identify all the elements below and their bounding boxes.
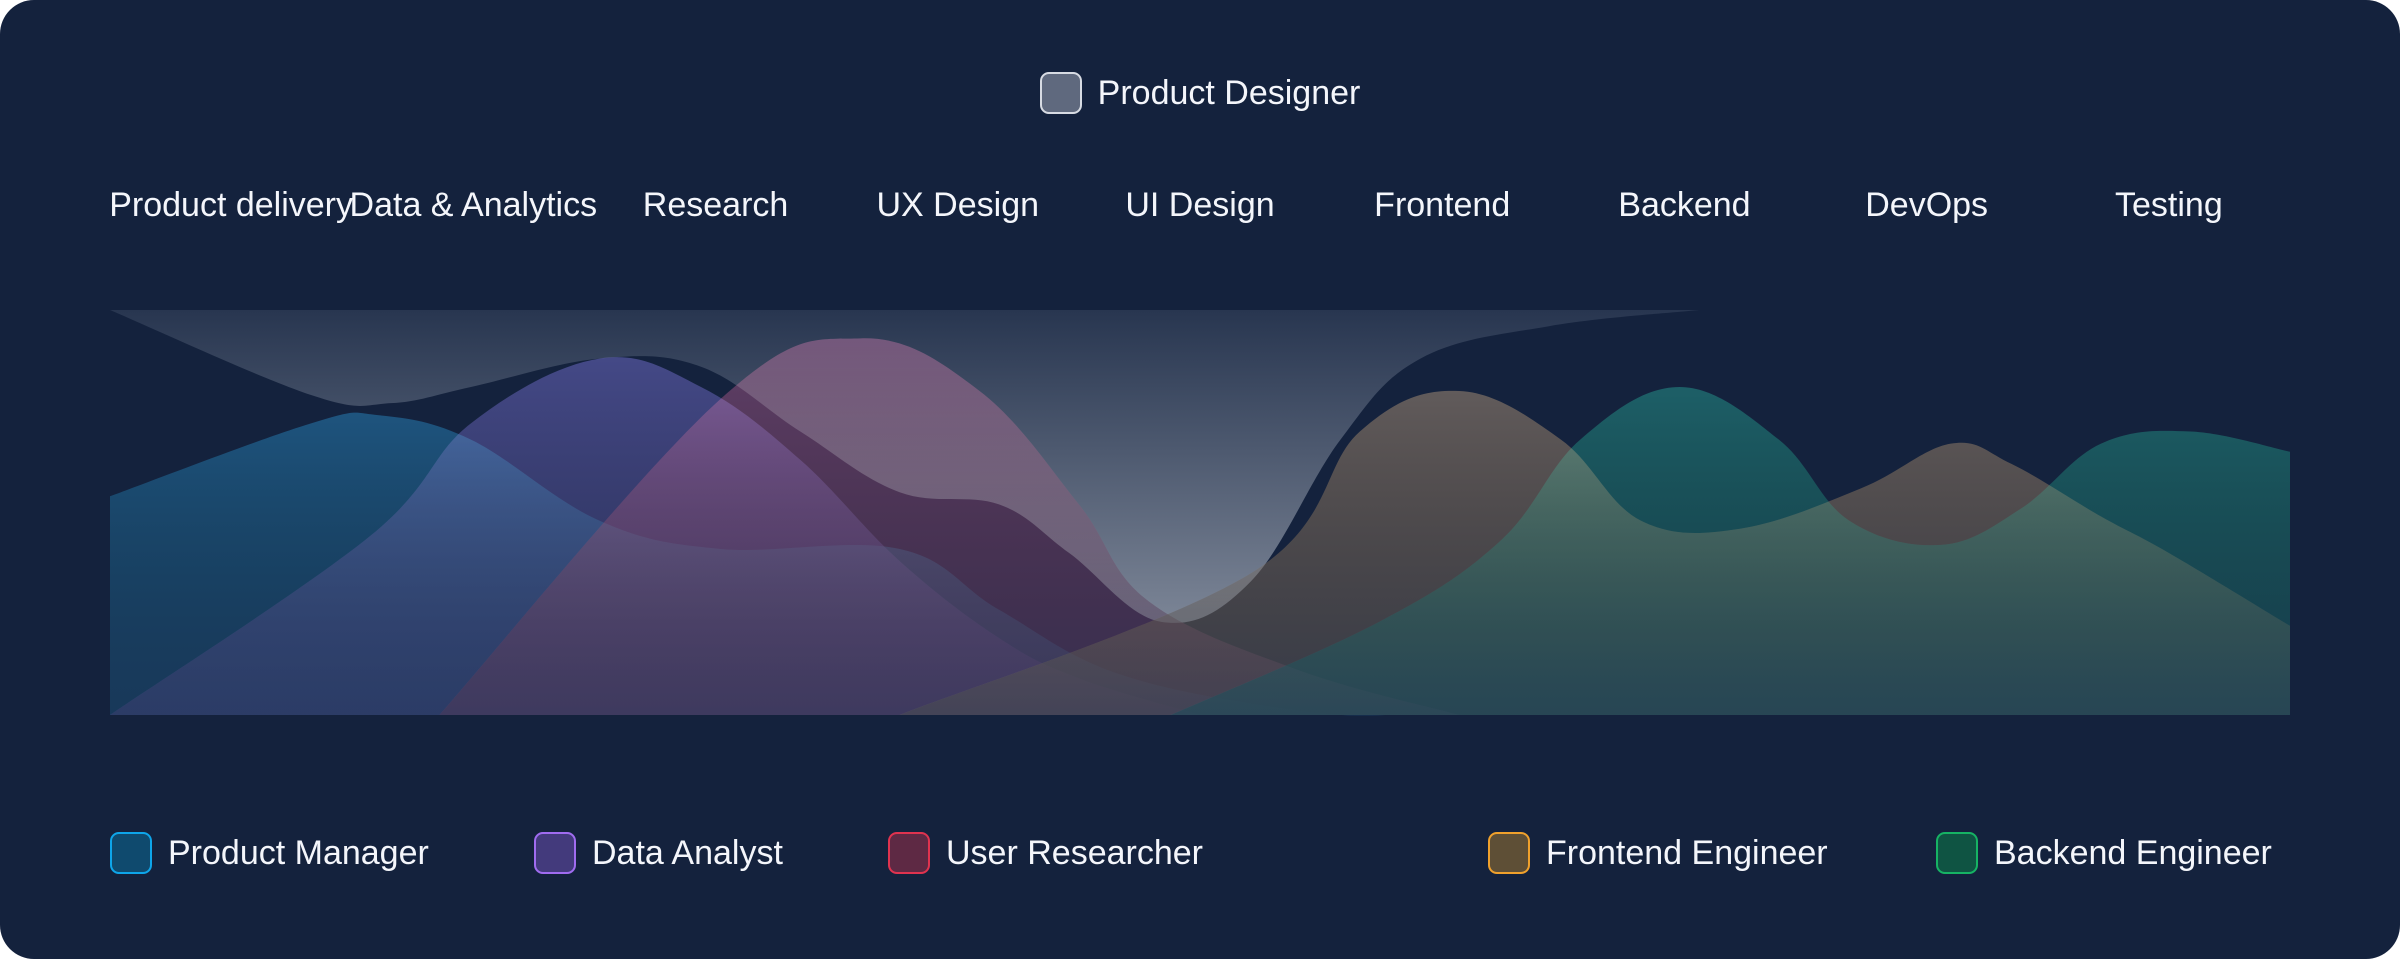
legend-item-backend-engineer[interactable]: Backend Engineer bbox=[1936, 830, 2272, 876]
chart-card: Product Designer Product delivery Data &… bbox=[0, 0, 2400, 959]
chart-legend: Product Manager Data Analyst User Resear… bbox=[110, 830, 2290, 876]
legend-swatch-icon bbox=[534, 832, 576, 874]
legend-item-data-analyst[interactable]: Data Analyst bbox=[534, 830, 783, 876]
legend-swatch-icon bbox=[1488, 832, 1530, 874]
legend-label: Product Manager bbox=[168, 834, 429, 872]
legend-label: Frontend Engineer bbox=[1546, 834, 1828, 872]
legend-label: Data Analyst bbox=[592, 834, 783, 872]
legend-item-product-manager[interactable]: Product Manager bbox=[110, 830, 429, 876]
legend-swatch-icon bbox=[1936, 832, 1978, 874]
legend-label: Backend Engineer bbox=[1994, 834, 2272, 872]
legend-swatch-icon bbox=[888, 832, 930, 874]
legend-item-frontend-engineer[interactable]: Frontend Engineer bbox=[1488, 830, 1828, 876]
legend-label: User Researcher bbox=[946, 834, 1203, 872]
area-chart bbox=[110, 310, 2290, 716]
legend-item-user-researcher[interactable]: User Researcher bbox=[888, 830, 1203, 876]
legend-swatch-icon bbox=[110, 832, 152, 874]
